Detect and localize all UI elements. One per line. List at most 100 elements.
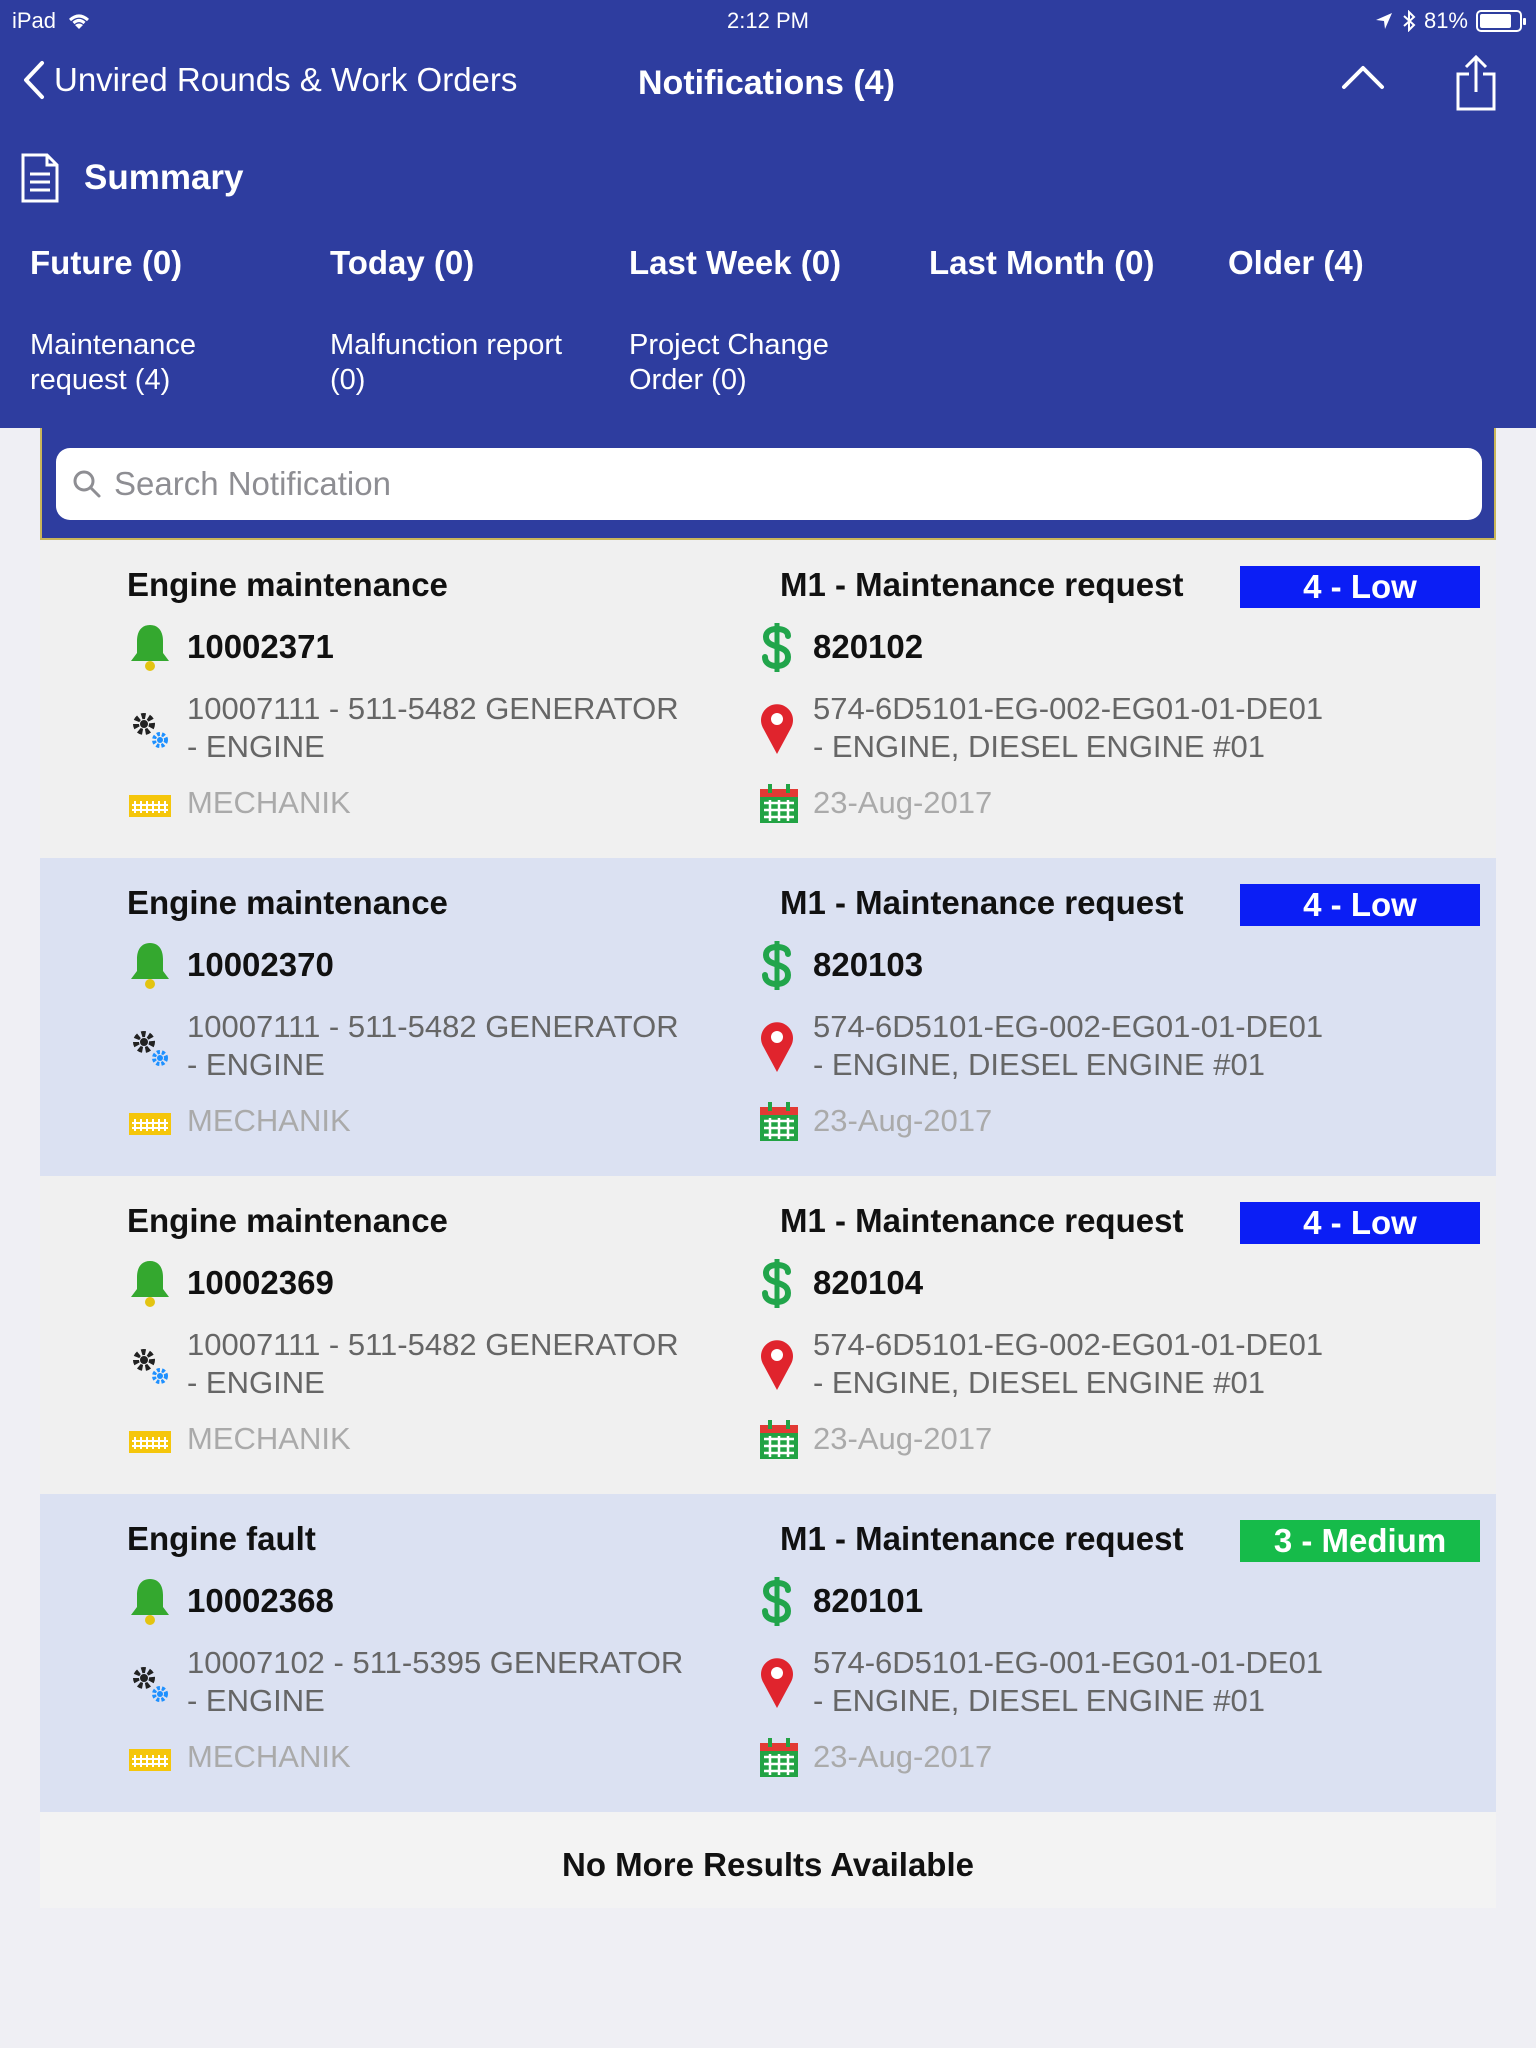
location-line: - ENGINE, DIESEL ENGINE #01 xyxy=(813,729,1265,764)
workcenter-icon xyxy=(129,795,171,817)
location-pin-icon xyxy=(761,704,793,754)
date-text: 23-Aug-2017 xyxy=(813,1421,993,1456)
workcenter-icon xyxy=(129,1749,171,1771)
notification-row[interactable]: Engine maintenance M1 - Maintenance requ… xyxy=(40,858,1496,1176)
gears-icon xyxy=(133,1031,168,1066)
status-bar: iPad 2:12 PM 81% xyxy=(0,0,1536,40)
equipment-line: - ENGINE xyxy=(187,729,325,764)
filter-older[interactable]: Older (4) xyxy=(1228,244,1364,282)
search-icon xyxy=(73,470,101,498)
equipment-line: 10007111 - 511-5482 GENERATOR xyxy=(187,1327,679,1362)
priority-badge: 4 - Low xyxy=(1240,1202,1480,1244)
category-project-change-order[interactable]: Project Change Order (0) xyxy=(629,328,829,398)
status-time: 2:12 PM xyxy=(727,8,809,33)
category-count: request (4) xyxy=(30,364,171,396)
notification-row[interactable]: Engine maintenance M1 - Maintenance requ… xyxy=(40,540,1496,858)
location-text: 574-6D5101-EG-002-EG01-01-DE01 - ENGINE,… xyxy=(813,690,1323,766)
cost-center: 820102 xyxy=(813,628,924,665)
location-pin-icon xyxy=(761,1022,793,1072)
workcenter-icon xyxy=(129,1431,171,1453)
category-label: Project Change xyxy=(629,329,829,361)
equipment-line: - ENGINE xyxy=(187,1365,325,1400)
chevron-left-icon xyxy=(24,61,44,99)
calendar-icon xyxy=(760,1420,798,1459)
location-line: 574-6D5101-EG-002-EG01-01-DE01 xyxy=(813,1327,1324,1362)
category-count: Order (0) xyxy=(629,364,747,396)
category-label: Malfunction report xyxy=(330,329,563,361)
workcenter-text: MECHANIK xyxy=(187,1103,351,1138)
equipment-text: 10007102 - 511-5395 GENERATOR - ENGINE xyxy=(187,1644,683,1720)
cost-center: 820103 xyxy=(813,946,924,983)
bell-icon xyxy=(131,1579,169,1625)
filter-today[interactable]: Today (0) xyxy=(330,244,474,282)
location-line: - ENGINE, DIESEL ENGINE #01 xyxy=(813,1047,1265,1082)
dollar-icon xyxy=(762,941,792,990)
summary-label: Summary xyxy=(84,158,244,197)
priority-badge: 4 - Low xyxy=(1240,566,1480,608)
date-text: 23-Aug-2017 xyxy=(813,1739,993,1774)
location-line: - ENGINE, DIESEL ENGINE #01 xyxy=(813,1683,1265,1718)
date-text: 23-Aug-2017 xyxy=(813,785,993,820)
notification-title: Engine fault xyxy=(127,1520,316,1557)
search-bar: Search Notification xyxy=(40,428,1496,540)
search-input[interactable]: Search Notification xyxy=(56,448,1482,520)
dollar-icon xyxy=(762,1577,792,1626)
page-title: Notifications (4) xyxy=(638,64,895,102)
filter-last-week[interactable]: Last Week (0) xyxy=(629,244,841,282)
notification-row[interactable]: Engine fault M1 - Maintenance request 3 … xyxy=(40,1494,1496,1812)
location-line: 574-6D5101-EG-001-EG01-01-DE01 xyxy=(813,1645,1324,1680)
notification-list: Engine maintenance M1 - Maintenance requ… xyxy=(40,540,1496,1812)
calendar-icon xyxy=(760,1738,798,1777)
calendar-icon xyxy=(760,1102,798,1141)
notification-type: M1 - Maintenance request xyxy=(780,884,1184,921)
priority-badge: 4 - Low xyxy=(1240,884,1480,926)
notification-type: M1 - Maintenance request xyxy=(780,1202,1184,1239)
location-pin-icon xyxy=(761,1658,793,1708)
notification-type: M1 - Maintenance request xyxy=(780,566,1184,603)
document-icon xyxy=(21,153,59,203)
workcenter-text: MECHANIK xyxy=(187,1421,351,1456)
equipment-line: - ENGINE xyxy=(187,1683,325,1718)
workcenter-text: MECHANIK xyxy=(187,785,351,820)
bluetooth-icon xyxy=(1403,10,1416,32)
equipment-text: 10007111 - 511-5482 GENERATOR - ENGINE xyxy=(187,1326,679,1402)
gears-icon xyxy=(133,1667,168,1702)
notification-type: M1 - Maintenance request xyxy=(780,1520,1184,1557)
location-line: 574-6D5101-EG-002-EG01-01-DE01 xyxy=(813,691,1324,726)
notification-number: 10002368 xyxy=(187,1582,334,1619)
location-text: 574-6D5101-EG-002-EG01-01-DE01 - ENGINE,… xyxy=(813,1008,1323,1084)
filter-future[interactable]: Future (0) xyxy=(30,244,182,282)
location-text: 574-6D5101-EG-001-EG01-01-DE01 - ENGINE,… xyxy=(813,1644,1323,1720)
notification-number: 10002370 xyxy=(187,946,334,983)
chevron-up-icon[interactable] xyxy=(1340,62,1386,92)
priority-badge: 3 - Medium xyxy=(1240,1520,1480,1562)
share-icon[interactable] xyxy=(1455,54,1497,112)
battery-percent: 81% xyxy=(1423,8,1468,33)
workcenter-text: MECHANIK xyxy=(187,1739,351,1774)
location-arrow-icon xyxy=(1375,13,1392,29)
equipment-line: 10007111 - 511-5482 GENERATOR xyxy=(187,1009,679,1044)
location-text: 574-6D5101-EG-002-EG01-01-DE01 - ENGINE,… xyxy=(813,1326,1323,1402)
back-label: Unvired Rounds & Work Orders xyxy=(54,61,518,98)
cost-center: 820101 xyxy=(813,1582,924,1619)
notification-title: Engine maintenance xyxy=(127,1202,448,1239)
calendar-icon xyxy=(760,784,798,823)
notification-number: 10002371 xyxy=(187,628,334,665)
equipment-line: 10007102 - 511-5395 GENERATOR xyxy=(187,1645,684,1680)
bell-icon xyxy=(131,1261,169,1307)
dollar-icon xyxy=(762,1259,792,1308)
no-more-results: No More Results Available xyxy=(40,1812,1496,1908)
bell-icon xyxy=(131,625,169,671)
notification-title: Engine maintenance xyxy=(127,884,448,921)
back-button[interactable]: Unvired Rounds & Work Orders xyxy=(22,60,517,100)
summary-button[interactable]: Summary xyxy=(20,152,244,204)
workcenter-icon xyxy=(129,1113,171,1135)
location-pin-icon xyxy=(761,1340,793,1390)
category-malfunction-report[interactable]: Malfunction report (0) xyxy=(330,328,562,398)
notification-row[interactable]: Engine maintenance M1 - Maintenance requ… xyxy=(40,1176,1496,1494)
header: iPad 2:12 PM 81% Unvired Rounds & Work O… xyxy=(0,0,1536,428)
category-maintenance-request[interactable]: Maintenance request (4) xyxy=(30,328,196,398)
filter-last-month[interactable]: Last Month (0) xyxy=(929,244,1154,282)
category-label: Maintenance xyxy=(30,329,197,361)
category-count: (0) xyxy=(330,364,366,396)
